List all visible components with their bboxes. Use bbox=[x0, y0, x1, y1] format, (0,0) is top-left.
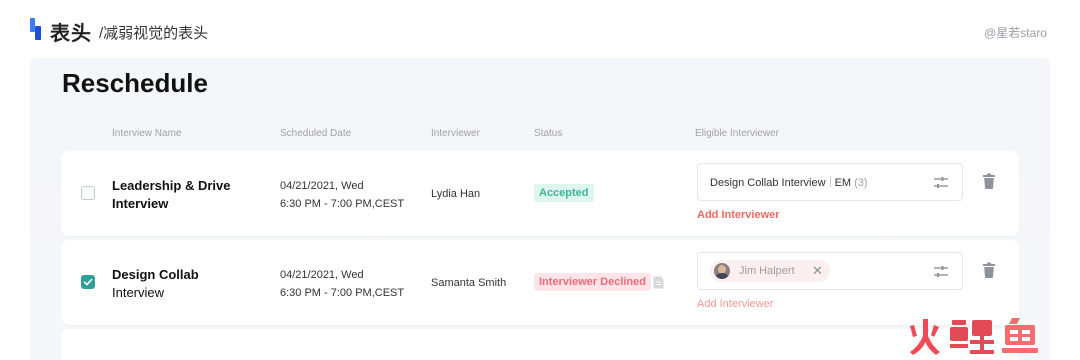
watermark-logo bbox=[910, 318, 1038, 355]
scheduled-date: 04/21/2021, Wed 6:30 PM - 7:00 PM,CEST bbox=[280, 266, 404, 302]
trash-icon[interactable] bbox=[982, 173, 996, 189]
checkmark-icon bbox=[83, 278, 93, 286]
section-subtitle: /减弱视觉的表头 bbox=[99, 25, 209, 42]
row-checkbox[interactable] bbox=[81, 275, 95, 289]
status-badge: Accepted bbox=[534, 184, 594, 202]
table-row: Design Collab Interview 04/21/2021, Wed … bbox=[61, 240, 1019, 325]
column-header-interview-name: Interview Name bbox=[112, 128, 182, 139]
table-row bbox=[61, 329, 1019, 360]
interviewer-name: Lydia Han bbox=[431, 188, 481, 200]
chip-name: Jim Halpert bbox=[739, 265, 795, 277]
interview-name: Leadership & Drive Interview bbox=[112, 178, 231, 211]
interview-name-line1: Design Collab bbox=[112, 267, 199, 282]
top-bar: 表头 /减弱视觉的表头 @星若staro bbox=[0, 0, 1080, 60]
avatar bbox=[714, 263, 730, 279]
sliders-icon[interactable] bbox=[933, 264, 949, 280]
scheduled-date-day: 04/21/2021, Wed bbox=[280, 269, 364, 281]
reschedule-panel: Reschedule Interview Name Scheduled Date… bbox=[30, 58, 1050, 360]
eligible-count: (3) bbox=[854, 177, 868, 189]
add-interviewer-link[interactable]: Add Interviewer bbox=[697, 209, 780, 221]
column-header-scheduled-date: Scheduled Date bbox=[280, 128, 352, 139]
interviewer-name: Samanta Smith bbox=[431, 277, 507, 289]
document-icon[interactable] bbox=[653, 276, 664, 289]
eligible-interviewer-select[interactable]: Design Collab Interview EM (3) bbox=[697, 163, 963, 201]
status-badge: Interviewer Declined bbox=[534, 273, 651, 291]
scheduled-date: 04/21/2021, Wed 6:30 PM - 7:00 PM,CEST bbox=[280, 177, 404, 213]
scheduled-date-time: 6:30 PM - 7:00 PM,CEST bbox=[280, 287, 405, 299]
panel-title: Reschedule bbox=[62, 68, 208, 98]
eligible-interviewer-select[interactable]: Jim Halpert ✕ bbox=[697, 252, 963, 290]
author-credit: @星若staro bbox=[984, 26, 1047, 40]
interview-name-line2: Interview bbox=[112, 285, 165, 300]
sliders-icon[interactable] bbox=[933, 175, 949, 191]
table-row: Leadership & Drive Interview 04/21/2021,… bbox=[61, 151, 1019, 236]
add-interviewer-link[interactable]: Add Interviewer bbox=[697, 298, 773, 310]
section-title: 表头 bbox=[50, 23, 92, 45]
brand-mark-icon bbox=[30, 18, 42, 40]
column-header-eligible-interviewer: Eligible Interviewer bbox=[695, 128, 779, 139]
close-icon[interactable]: ✕ bbox=[812, 263, 823, 279]
interview-name: Design Collab Interview bbox=[112, 266, 252, 302]
eligible-role: EM bbox=[834, 177, 852, 189]
column-header-interviewer: Interviewer bbox=[431, 128, 480, 139]
scheduled-date-day: 04/21/2021, Wed bbox=[280, 180, 364, 192]
column-header-status: Status bbox=[534, 128, 563, 139]
trash-icon[interactable] bbox=[982, 262, 996, 278]
eligible-interviewer-value: Design Collab Interview EM (3) bbox=[710, 176, 868, 189]
eligible-interview-type: Design Collab Interview bbox=[710, 177, 826, 189]
interviewer-chip[interactable]: Jim Halpert ✕ bbox=[710, 260, 830, 282]
scheduled-date-time: 6:30 PM - 7:00 PM,CEST bbox=[280, 198, 405, 210]
row-checkbox[interactable] bbox=[81, 186, 95, 200]
